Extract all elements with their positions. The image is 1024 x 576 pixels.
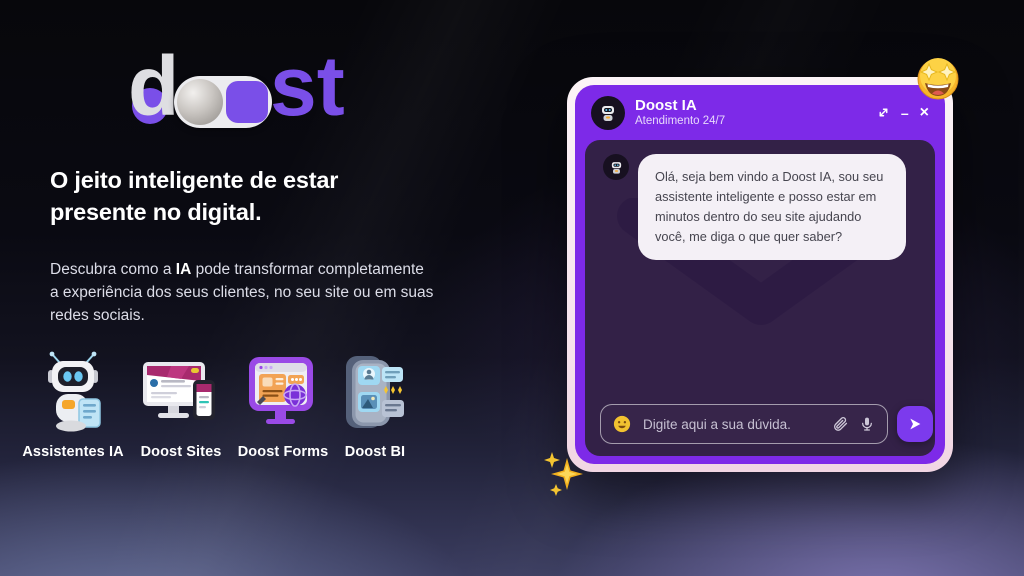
feature-assistentes-ia: Assistentes IA xyxy=(15,350,131,460)
forms-icon xyxy=(239,350,327,438)
chat-panel: Doost IA Atendimento 24/7 – × xyxy=(575,85,945,464)
landing-page: d st O jeito inteligente de estar presen… xyxy=(0,0,1024,576)
page-title-line1: O jeito inteligente de estar xyxy=(50,167,338,193)
robot-avatar-icon xyxy=(608,159,625,176)
description-part1: Descubra como a xyxy=(50,261,176,278)
microphone-icon[interactable] xyxy=(859,416,875,432)
page-title: O jeito inteligente de estar presente no… xyxy=(50,164,338,228)
star-struck-emoji xyxy=(915,56,961,107)
logo-letter-d: d xyxy=(128,44,179,128)
page-description: Descubra como a IA pode transformar comp… xyxy=(50,258,436,327)
chat-input-row xyxy=(600,404,920,444)
chat-header: Doost IA Atendimento 24/7 – × xyxy=(575,85,945,140)
chat-subtitle: Atendimento 24/7 xyxy=(635,114,725,128)
feature-label: Assistentes IA xyxy=(15,444,131,460)
chat-message-input[interactable] xyxy=(641,416,822,433)
websites-icon xyxy=(137,350,225,438)
send-icon xyxy=(907,416,923,432)
minimize-icon[interactable]: – xyxy=(901,106,909,120)
bi-dashboard-icon xyxy=(331,350,419,438)
page-title-line2: presente no digital. xyxy=(50,199,261,225)
attachment-paperclip-icon[interactable] xyxy=(832,416,849,433)
doost-logo: d st xyxy=(128,52,318,136)
close-icon[interactable]: × xyxy=(920,106,929,120)
bot-message-row: Olá, seja bem vindo a Doost IA, sou seu … xyxy=(603,154,906,260)
chat-window-controls: – × xyxy=(877,106,929,120)
chat-conversation-area: Olá, seja bem vindo a Doost IA, sou seu … xyxy=(585,140,935,456)
robot-avatar-icon xyxy=(597,102,619,124)
chat-header-text: Doost IA Atendimento 24/7 xyxy=(635,97,725,128)
emoji-picker-icon[interactable] xyxy=(613,415,631,433)
description-bold-ia: IA xyxy=(176,261,192,278)
feature-label: Doost Sites xyxy=(123,444,239,460)
chat-input-box[interactable] xyxy=(600,404,888,444)
logo-purple-square xyxy=(226,81,268,123)
feature-label: Doost BI xyxy=(317,444,433,460)
expand-icon[interactable] xyxy=(877,106,890,119)
chat-title: Doost IA xyxy=(635,97,725,114)
robot-icon xyxy=(29,350,117,438)
minimize-glyph: – xyxy=(901,106,909,120)
feature-doost-sites: Doost Sites xyxy=(123,350,239,460)
close-glyph: × xyxy=(920,106,929,120)
logo-sphere xyxy=(177,79,223,125)
logo-toggle-pill xyxy=(174,76,272,128)
bot-message-avatar xyxy=(603,154,629,180)
sparkles xyxy=(540,446,592,505)
chat-header-avatar xyxy=(591,96,625,130)
bot-message-bubble: Olá, seja bem vindo a Doost IA, sou seu … xyxy=(638,154,906,260)
feature-doost-bi: Doost BI xyxy=(317,350,433,460)
chat-widget: Doost IA Atendimento 24/7 – × xyxy=(567,77,953,472)
send-button[interactable] xyxy=(897,406,933,442)
logo-letters-st: st xyxy=(270,44,345,128)
